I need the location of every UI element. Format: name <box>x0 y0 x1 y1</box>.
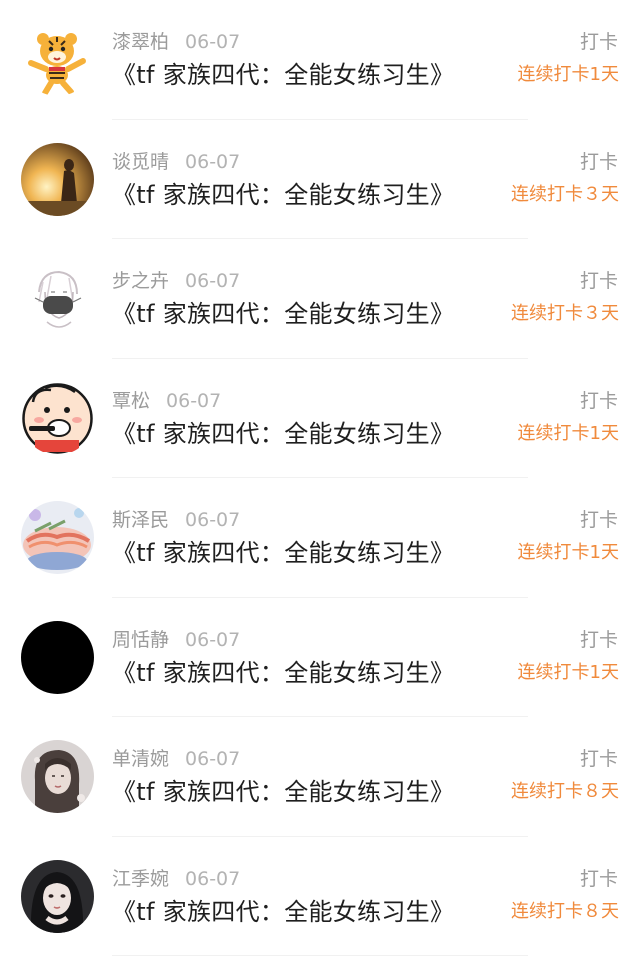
user-meta: 单清婉 06-07 <box>112 746 240 772</box>
checkin-date: 06-07 <box>185 867 241 890</box>
book-title[interactable]: 《tf 家族四代：全能女练习生》 <box>112 178 454 212</box>
book-title[interactable]: 《tf 家族四代：全能女练习生》 <box>112 58 454 92</box>
checkin-label[interactable]: 打卡 <box>580 268 618 294</box>
sketch-portrait-icon <box>21 262 94 335</box>
user-meta: 谈觅晴 06-07 <box>112 149 240 175</box>
streak-count: 连续打卡1天 <box>517 661 619 683</box>
streak-count: 连续打卡８天 <box>511 900 619 922</box>
sunset-silhouette-avatar[interactable] <box>21 142 94 216</box>
black-avatar[interactable] <box>21 620 94 694</box>
user-name[interactable]: 江季婉 <box>112 868 169 890</box>
book-title[interactable]: 《tf 家族四代：全能女练习生》 <box>112 656 454 690</box>
dark-hair-girl-avatar[interactable] <box>21 859 94 933</box>
list-item[interactable]: 漆翠柏 06-07 《tf 家族四代：全能女练习生》 打卡 连续打卡1天 <box>0 0 640 120</box>
user-name[interactable]: 谈觅晴 <box>112 151 169 173</box>
book-title[interactable]: 《tf 家族四代：全能女练习生》 <box>112 536 454 570</box>
list-item[interactable]: 江季婉 06-07 《tf 家族四代：全能女练习生》 打卡 连续打卡８天 <box>0 837 640 956</box>
checkin-label[interactable]: 打卡 <box>580 866 618 892</box>
checkin-label[interactable]: 打卡 <box>580 149 618 175</box>
user-name[interactable]: 步之卉 <box>112 270 169 292</box>
streak-count: 连续打卡1天 <box>517 422 619 444</box>
girl-portrait-avatar[interactable] <box>21 740 94 813</box>
checkin-date: 06-07 <box>185 150 241 173</box>
list-item[interactable]: 谈觅晴 06-07 《tf 家族四代：全能女练习生》 打卡 连续打卡３天 <box>0 120 640 239</box>
streak-count: 连续打卡1天 <box>517 542 619 563</box>
book-title[interactable]: 《tf 家族四代：全能女练习生》 <box>112 297 454 331</box>
checkin-date: 06-07 <box>185 31 241 53</box>
streak-count: 连续打卡８天 <box>511 781 619 802</box>
checkin-label[interactable]: 打卡 <box>580 746 618 772</box>
tiger-cartoon-icon <box>21 23 94 96</box>
girl-portrait-icon <box>21 740 94 813</box>
checkin-date: 06-07 <box>185 748 241 770</box>
checkin-label[interactable]: 打卡 <box>580 507 618 533</box>
streak-count: 连续打卡３天 <box>511 303 619 324</box>
user-meta: 覃松 06-07 <box>112 388 221 414</box>
checkin-label[interactable]: 打卡 <box>580 388 618 414</box>
food-bowl-icon <box>21 501 94 574</box>
checkin-date: 06-07 <box>185 509 241 531</box>
streak-count: 连续打卡３天 <box>511 183 619 205</box>
checkin-date: 06-07 <box>166 389 222 412</box>
list-item[interactable]: 覃松 06-07 《tf 家族四代：全能女练习生》 打卡 连续打卡1天 <box>0 359 640 478</box>
checkin-label[interactable]: 打卡 <box>580 29 618 55</box>
checkin-label[interactable]: 打卡 <box>580 627 618 653</box>
list-item[interactable]: 斯泽民 06-07 《tf 家族四代：全能女练习生》 打卡 连续打卡1天 <box>0 478 640 598</box>
user-meta: 步之卉 06-07 <box>112 268 240 294</box>
user-name[interactable]: 单清婉 <box>112 748 169 770</box>
user-name[interactable]: 斯泽民 <box>112 509 169 531</box>
checkin-list: 漆翠柏 06-07 《tf 家族四代：全能女练习生》 打卡 连续打卡1天 谈觅晴… <box>0 0 640 966</box>
book-title[interactable]: 《tf 家族四代：全能女练习生》 <box>112 417 454 451</box>
checkin-date: 06-07 <box>185 628 241 651</box>
list-item[interactable]: 步之卉 06-07 《tf 家族四代：全能女练习生》 打卡 连续打卡３天 <box>0 239 640 359</box>
tiger-cartoon-avatar[interactable] <box>21 23 94 96</box>
list-item[interactable]: 单清婉 06-07 《tf 家族四代：全能女练习生》 打卡 连续打卡８天 <box>0 717 640 837</box>
list-item[interactable]: 周恬静 06-07 《tf 家族四代：全能女练习生》 打卡 连续打卡1天 <box>0 598 640 717</box>
brushing-teeth-cartoon-avatar[interactable] <box>21 381 94 455</box>
cartoon-face-icon <box>21 381 94 455</box>
user-meta: 周恬静 06-07 <box>112 627 240 653</box>
checkin-date: 06-07 <box>185 270 241 292</box>
solid-black-icon <box>21 620 94 694</box>
user-meta: 江季婉 06-07 <box>112 866 240 892</box>
user-name[interactable]: 漆翠柏 <box>112 31 169 53</box>
streak-count: 连续打卡1天 <box>517 64 619 85</box>
divider <box>112 955 528 956</box>
dark-hair-portrait-icon <box>21 859 94 933</box>
book-title[interactable]: 《tf 家族四代：全能女练习生》 <box>112 775 454 809</box>
book-title[interactable]: 《tf 家族四代：全能女练习生》 <box>112 895 454 929</box>
user-name[interactable]: 周恬静 <box>112 629 169 651</box>
user-meta: 斯泽民 06-07 <box>112 507 240 533</box>
masked-sketch-avatar[interactable] <box>21 262 94 335</box>
food-illustration-avatar[interactable] <box>21 501 94 574</box>
user-name[interactable]: 覃松 <box>112 390 150 412</box>
sunset-photo-icon <box>21 142 94 216</box>
user-meta: 漆翠柏 06-07 <box>112 29 240 55</box>
